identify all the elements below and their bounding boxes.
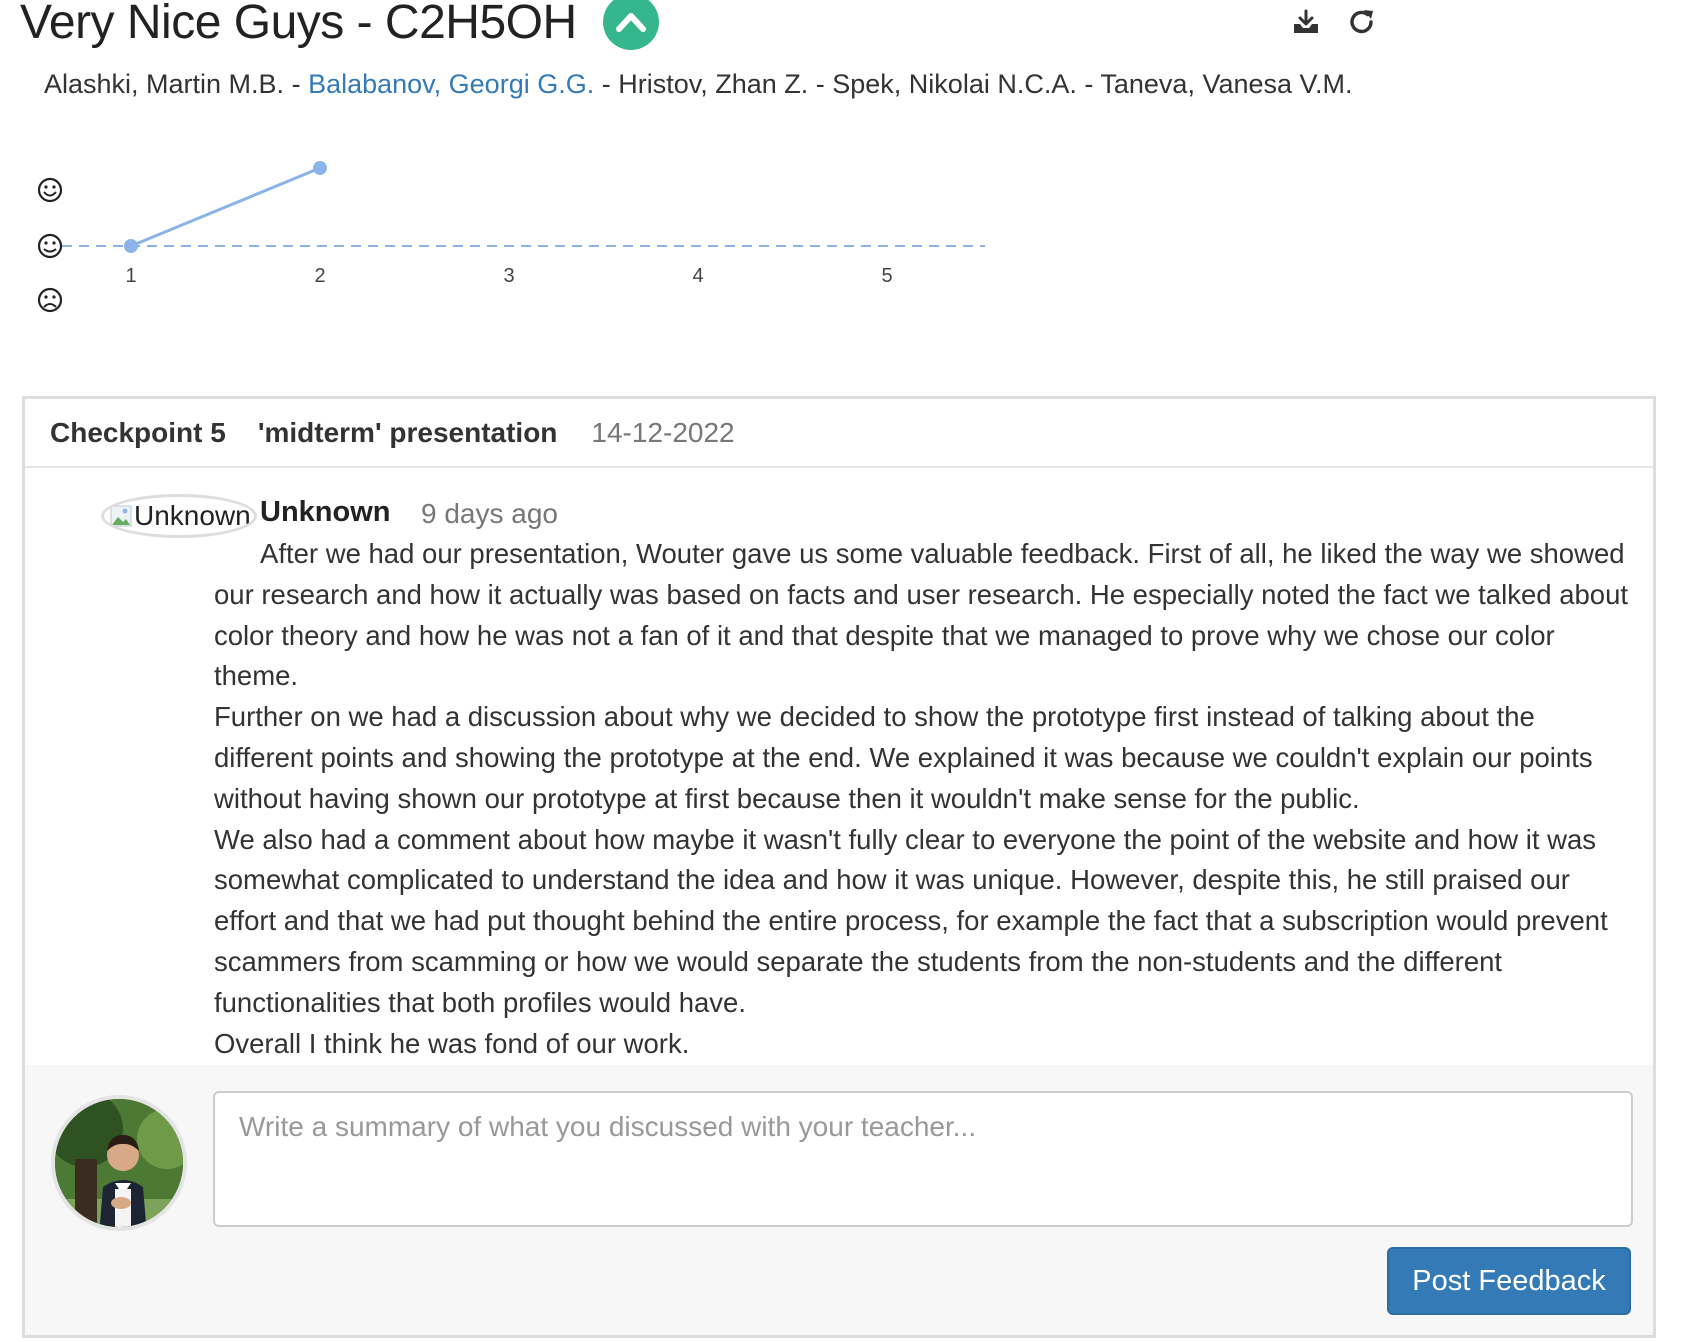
author-avatar-alt: Unknown: [134, 500, 251, 531]
feedback-body: After we had our presentation, Wouter ga…: [214, 534, 1634, 1064]
checkpoint-label: Checkpoint 5: [50, 416, 226, 448]
refresh-button[interactable]: [1344, 4, 1380, 40]
user-avatar: [51, 1095, 187, 1231]
feedback-paragraph: We also had a comment about how maybe it…: [214, 823, 1608, 1018]
author-avatar: Unknown: [101, 494, 257, 538]
mood-point: [124, 239, 138, 253]
x-tick-label: 4: [692, 265, 703, 287]
happy-face-icon: [37, 177, 63, 203]
member-name: Spek, Nikolai N.C.A.: [832, 69, 1077, 99]
refresh-icon: [1350, 10, 1373, 34]
member-name: Alashki, Martin M.B.: [44, 69, 285, 99]
mood-point: [313, 161, 327, 175]
x-tick-label: 2: [314, 265, 325, 287]
member-name[interactable]: Balabanov, Georgi G.G.: [308, 69, 594, 99]
sad-face-icon: [37, 287, 63, 313]
feedback-time: 9 days ago: [421, 498, 558, 529]
page-title: Very Nice Guys - C2H5OH: [20, 0, 577, 49]
x-tick-label: 3: [503, 265, 514, 287]
collapse-button[interactable]: [602, 0, 659, 50]
feedback-author: Unknown: [260, 496, 391, 528]
feedback-paragraph: Further on we had a discussion about why…: [214, 701, 1593, 814]
checkpoint-header: Checkpoint 5 'midterm' presentation 14-1…: [25, 399, 1653, 468]
feedback-paragraph: After we had our presentation, Wouter ga…: [214, 538, 1629, 692]
member-separator: -: [594, 69, 619, 99]
reply-section: Post Feedback: [25, 1065, 1653, 1335]
toolbar: [1288, 4, 1380, 40]
user-photo: [55, 1099, 183, 1227]
member-name: Hristov, Zhan Z.: [618, 69, 809, 99]
checkpoint-title: 'midterm' presentation: [257, 416, 558, 448]
broken-image-icon: [110, 505, 132, 527]
checkpoint-card: Checkpoint 5 'midterm' presentation 14-1…: [22, 396, 1656, 1338]
feedback-item: Unknown Unknown 9 days ago After we had …: [25, 468, 1653, 1068]
mood-chart: 1 2 3 4 5: [37, 161, 985, 313]
member-separator: -: [1076, 69, 1101, 99]
neutral-face-icon: [37, 233, 63, 259]
x-tick-label: 5: [881, 265, 892, 287]
post-feedback-button[interactable]: Post Feedback: [1387, 1247, 1631, 1315]
checkpoint-date: 14-12-2022: [591, 416, 735, 448]
download-button[interactable]: [1288, 4, 1324, 40]
download-icon: [1294, 9, 1318, 33]
x-tick-label: 1: [125, 265, 136, 287]
member-name: Taneva, Vanesa V.M.: [1100, 69, 1353, 99]
page-title-row: Very Nice Guys - C2H5OH: [20, 0, 659, 52]
chevron-up-icon: [615, 13, 646, 32]
summary-input[interactable]: [213, 1091, 1633, 1227]
team-members: Alashki, Martin M.B. - Balabanov, Georgi…: [44, 64, 1384, 105]
member-separator: -: [284, 69, 309, 99]
mood-line: [130, 166, 321, 248]
feedback-paragraph: Overall I think he was fond of our work.: [214, 1027, 690, 1059]
member-separator: -: [808, 69, 833, 99]
